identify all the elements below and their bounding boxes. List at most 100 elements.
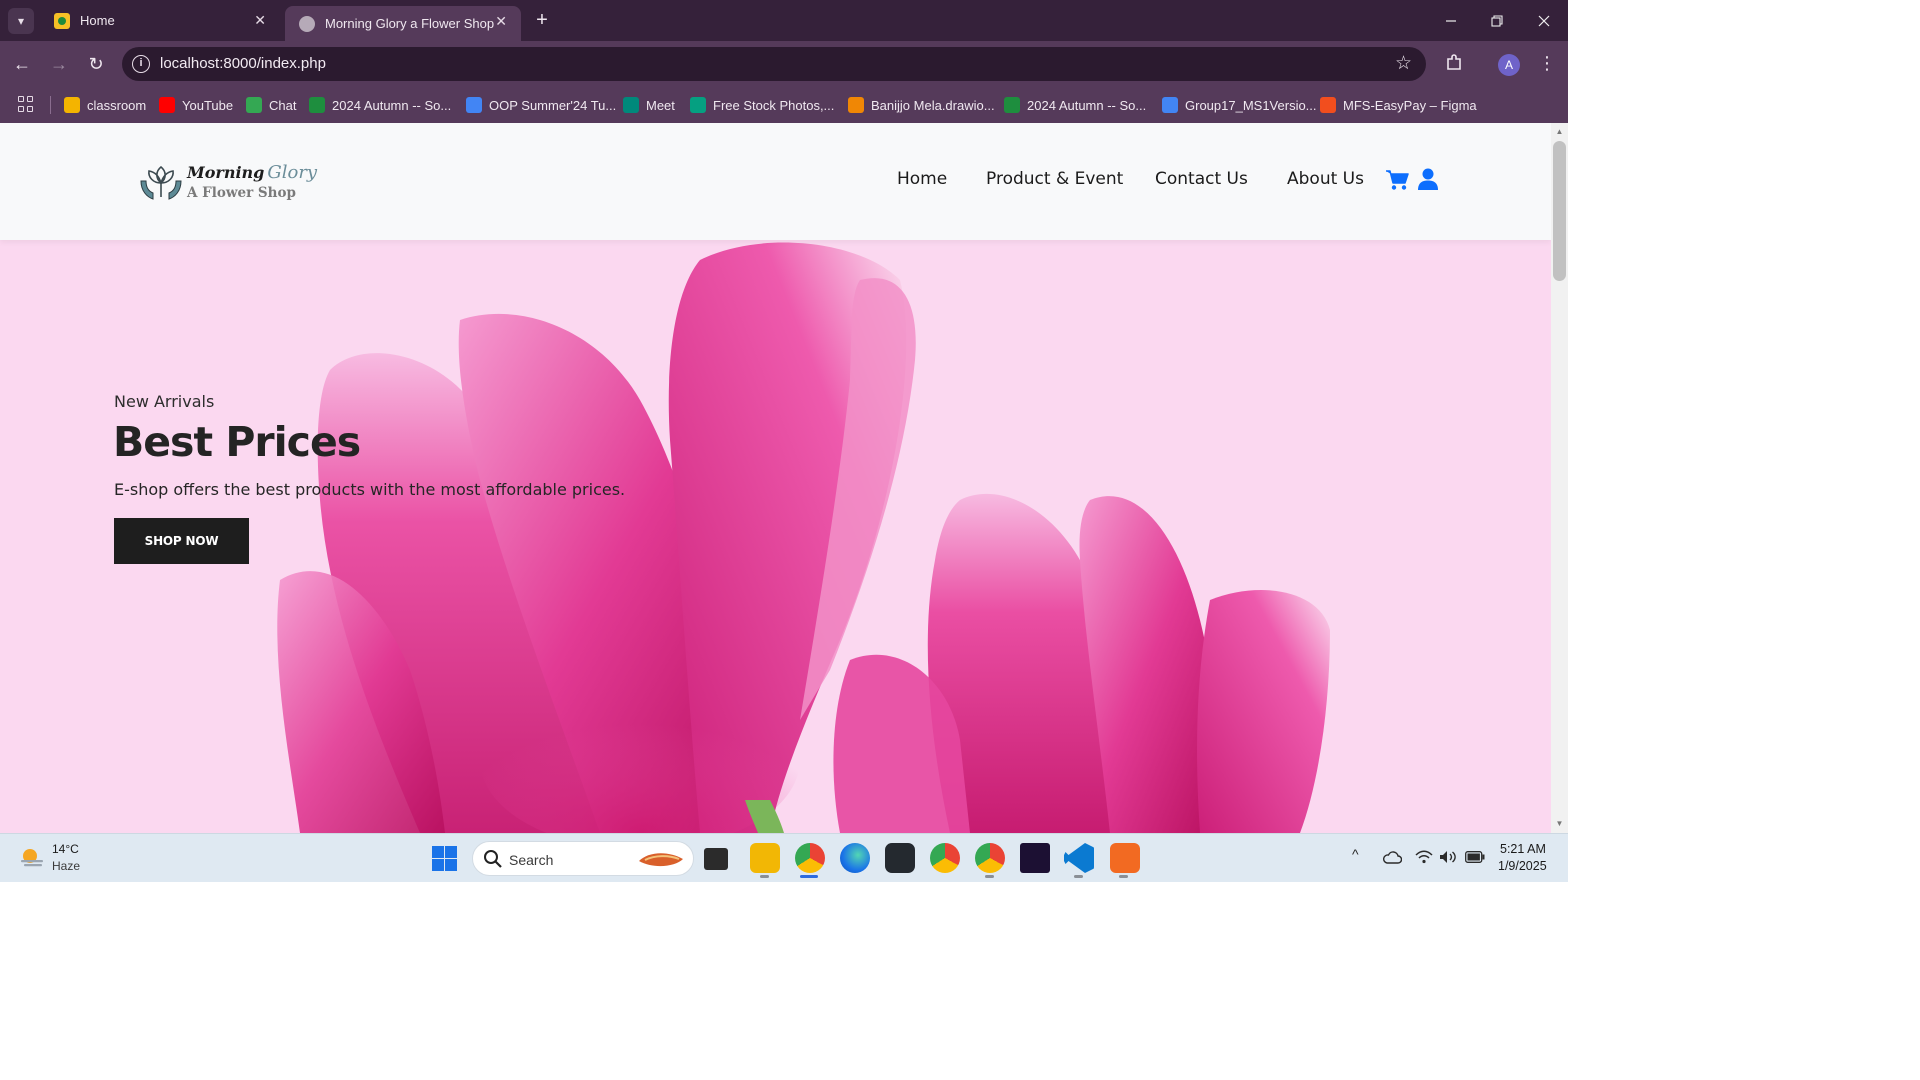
nav-about-link[interactable]: About Us <box>1287 169 1364 189</box>
close-window-icon[interactable] <box>1521 0 1567 41</box>
tab-search-chevron-icon[interactable]: ▾ <box>8 8 34 34</box>
user-account-icon[interactable] <box>1418 168 1438 190</box>
browser-tab-morning-glory[interactable]: Morning Glory a Flower Shop ✕ <box>285 6 521 41</box>
reload-icon[interactable]: ↻ <box>84 53 108 77</box>
classroom-favicon-icon <box>54 12 70 29</box>
battery-icon[interactable] <box>1465 851 1485 863</box>
bookmark-item[interactable]: Chat <box>246 87 296 123</box>
scroll-down-arrow-icon[interactable]: ▼ <box>1555 819 1564 829</box>
hero-title: Best Prices <box>113 418 361 466</box>
forward-arrow-icon[interactable]: → <box>47 53 71 77</box>
running-indicator <box>1074 875 1083 878</box>
nav-contact-link[interactable]: Contact Us <box>1155 169 1248 189</box>
volume-speaker-icon[interactable] <box>1439 850 1457 864</box>
weather-temperature[interactable]: 14°C <box>52 842 79 856</box>
taskbar-clock-date[interactable]: 1/9/2025 <box>1498 859 1547 873</box>
new-tab-plus-icon[interactable]: + <box>531 8 553 32</box>
taskbar-clock-time[interactable]: 5:21 AM <box>1500 842 1546 856</box>
bookmark-star-icon[interactable]: ☆ <box>1395 52 1412 75</box>
bookmark-label: OOP Summer'24 Tu... <box>489 97 617 113</box>
weather-condition[interactable]: Haze <box>52 859 80 873</box>
google-meet-icon <box>623 97 639 113</box>
hero-kicker: New Arrivals <box>114 392 215 411</box>
hero-banner: New Arrivals Best Prices E-shop offers t… <box>0 240 1551 833</box>
wifi-icon[interactable] <box>1415 850 1433 864</box>
show-hidden-icons-chevron-icon[interactable]: ^ <box>1352 846 1359 862</box>
google-sheets-icon <box>309 97 325 113</box>
page-scrollbar[interactable]: ▲ ▼ <box>1551 123 1568 833</box>
bookmark-label: 2024 Autumn -- So... <box>1027 97 1147 113</box>
google-drive-icon <box>466 97 482 113</box>
running-indicator <box>985 875 994 878</box>
bookmark-item[interactable]: 2024 Autumn -- So... <box>309 87 451 123</box>
profile-avatar[interactable]: A <box>1498 54 1520 76</box>
flower-hands-logo-icon <box>140 165 182 200</box>
bookmark-item[interactable]: OOP Summer'24 Tu... <box>466 87 616 123</box>
bookmark-item[interactable]: Group17_MS1Versio... <box>1162 87 1317 123</box>
haze-weather-icon[interactable] <box>18 845 46 871</box>
logo-wordmark: Morning Glory <box>187 162 318 183</box>
close-tab-icon[interactable]: ✕ <box>254 12 266 29</box>
running-indicator <box>1119 875 1128 878</box>
browser-tab-strip: ▾ Home ✕ Morning Glory a Flower Shop ✕ + <box>0 0 1568 41</box>
apps-grid-icon[interactable] <box>18 96 34 112</box>
google-docs-icon <box>1162 97 1178 113</box>
bookmark-label: Free Stock Photos,... <box>713 97 835 113</box>
task-view-icon[interactable] <box>704 848 728 870</box>
scroll-up-arrow-icon[interactable]: ▲ <box>1555 127 1564 137</box>
google-sheets-icon <box>1004 97 1020 113</box>
figma-icon <box>1320 97 1336 113</box>
vscode-icon[interactable] <box>1064 843 1094 873</box>
chrome-profile-icon[interactable] <box>795 843 825 873</box>
edge-browser-icon[interactable] <box>840 843 870 873</box>
tab-title: Morning Glory a Flower Shop <box>325 16 495 31</box>
bookmark-item[interactable]: classroom <box>64 87 146 123</box>
bookmark-label: Chat <box>269 97 297 113</box>
bookmark-item[interactable]: Banijjo Mela.drawio... <box>848 87 995 123</box>
file-explorer-icon[interactable] <box>750 843 780 873</box>
site-header: Morning Glory A Flower Shop Home Product … <box>0 123 1551 240</box>
google-chat-icon <box>246 97 262 113</box>
bookmark-item[interactable]: MFS-EasyPay – Figma <box>1320 87 1477 123</box>
minimize-window-icon[interactable] <box>1428 0 1474 41</box>
bookmark-item[interactable]: Free Stock Photos,... <box>690 87 834 123</box>
restore-window-icon[interactable] <box>1474 0 1520 41</box>
site-info-icon[interactable]: i <box>132 55 150 73</box>
github-desktop-icon[interactable] <box>885 843 915 873</box>
windows-taskbar: 14°C Haze Search ^ 5:21 AM 1/9/2025 <box>0 833 1568 882</box>
tab-title: Home <box>80 13 115 28</box>
back-arrow-icon[interactable]: ← <box>10 53 34 77</box>
xampp-icon[interactable] <box>1110 843 1140 873</box>
onedrive-cloud-icon[interactable] <box>1382 850 1402 864</box>
classroom-icon <box>64 97 80 113</box>
browser-tab-home[interactable]: Home ✕ <box>40 0 280 41</box>
nav-product-event-link[interactable]: Product & Event <box>986 169 1123 189</box>
site-logo[interactable]: Morning Glory A Flower Shop <box>138 159 317 205</box>
bookmarks-bar: classroom YouTube Chat 2024 Autumn -- So...… <box>0 87 1568 123</box>
bookmark-label: 2024 Autumn -- So... <box>332 97 452 113</box>
visual-studio-icon[interactable] <box>1020 843 1050 873</box>
bookmark-item[interactable]: 2024 Autumn -- So... <box>1004 87 1146 123</box>
scrollbar-thumb[interactable] <box>1553 141 1566 281</box>
search-magnifier-icon <box>484 850 502 868</box>
browser-toolbar: ← → ↻ i localhost:8000/index.php ☆ <box>0 41 1568 87</box>
pexels-icon <box>690 97 706 113</box>
windows-start-icon[interactable] <box>432 846 457 871</box>
chrome-browser-icon[interactable] <box>930 843 960 873</box>
nav-home-link[interactable]: Home <box>897 169 947 189</box>
chrome-profile-2-icon[interactable] <box>975 843 1005 873</box>
hero-subtitle: E-shop offers the best products with the… <box>114 480 626 499</box>
logo-tagline: A Flower Shop <box>187 185 296 201</box>
bookmark-label: Meet <box>646 97 675 113</box>
close-tab-icon[interactable]: ✕ <box>495 13 507 30</box>
browser-menu-kebab-icon[interactable]: ⋮ <box>1538 52 1556 74</box>
address-bar[interactable]: i localhost:8000/index.php ☆ <box>122 47 1426 81</box>
extensions-puzzle-icon[interactable] <box>1444 53 1464 73</box>
taskbar-search-box[interactable]: Search <box>472 841 694 876</box>
active-app-indicator <box>800 875 818 878</box>
shopping-cart-icon[interactable] <box>1385 169 1409 191</box>
bookmark-item[interactable]: YouTube <box>159 87 233 123</box>
address-bar-url[interactable]: localhost:8000/index.php <box>160 55 326 72</box>
shop-now-button[interactable]: SHOP NOW <box>114 518 249 564</box>
bookmark-item[interactable]: Meet <box>623 87 675 123</box>
